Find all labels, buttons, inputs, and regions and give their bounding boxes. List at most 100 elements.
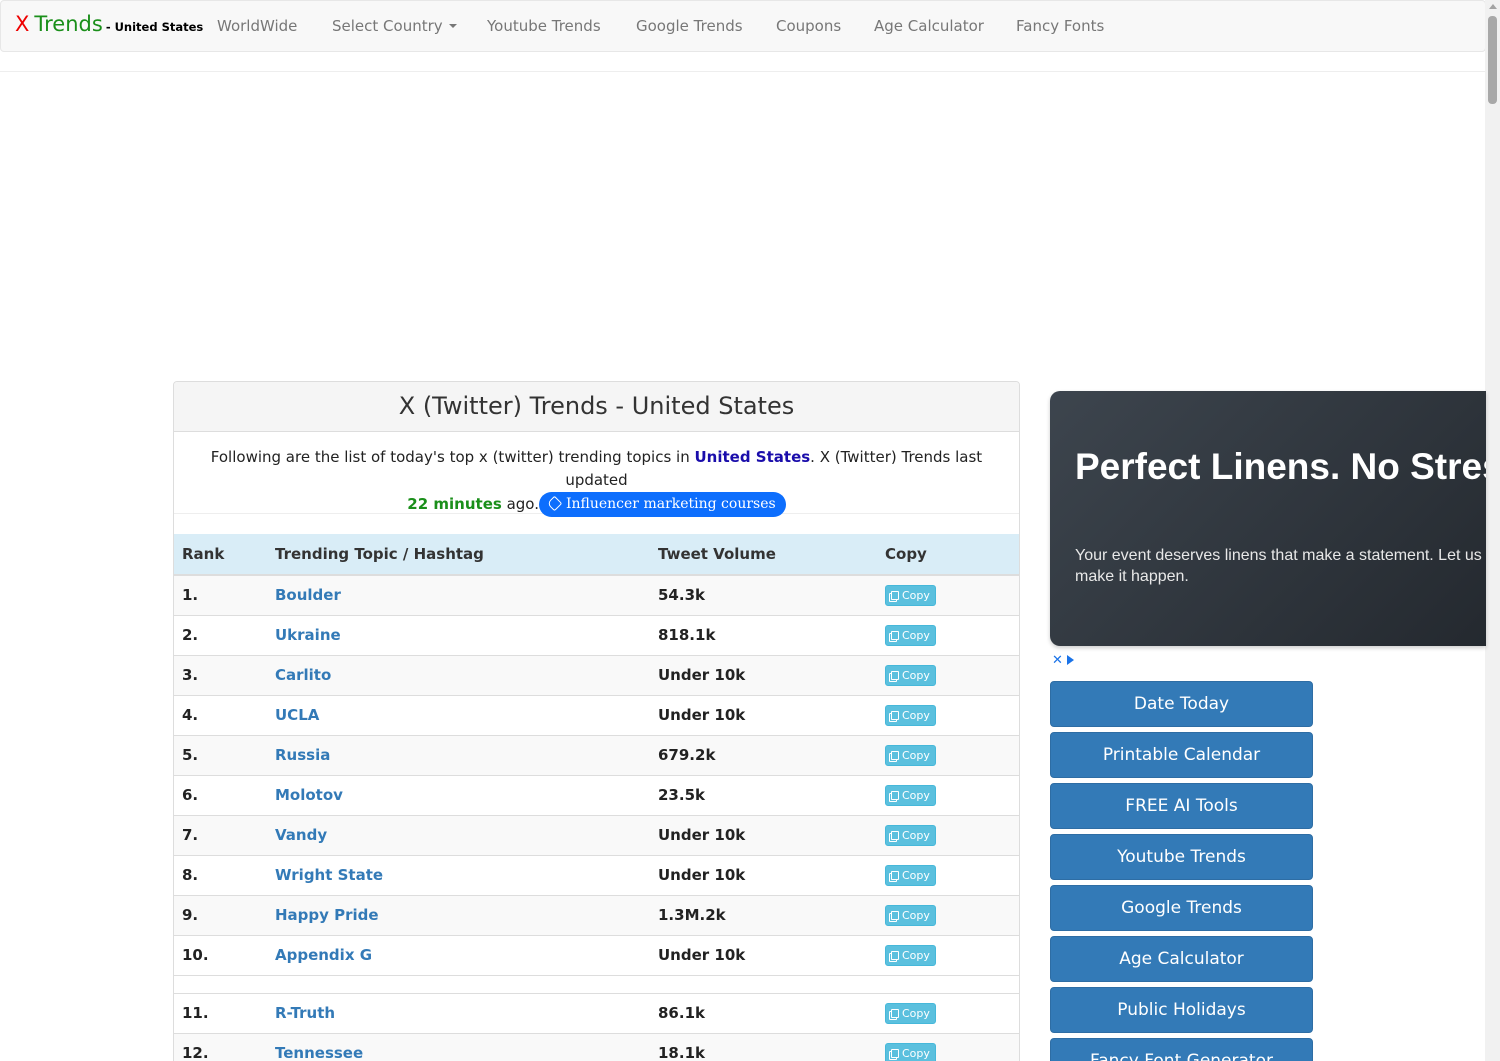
topic-cell: Wright State: [275, 854, 658, 895]
caret-down-icon: [448, 24, 457, 28]
trends-panel: X (Twitter) Trends - United States Follo…: [173, 381, 1020, 1061]
updated-minutes: 22 minutes: [407, 495, 502, 513]
rank-cell: 6.: [174, 774, 275, 815]
spacer-cell: [174, 974, 1019, 993]
topic-link[interactable]: Russia: [275, 746, 330, 764]
copy-label: Copy: [902, 908, 930, 922]
ad-close-icon[interactable]: ✕: [1052, 653, 1063, 668]
table-spacer-row: [174, 974, 1019, 993]
rank-cell: 5.: [174, 734, 275, 775]
topic-link[interactable]: Boulder: [275, 586, 341, 604]
copy-cell: Copy: [885, 894, 1019, 935]
sidebar-button-age-calculator[interactable]: Age Calculator: [1050, 936, 1313, 982]
copy-icon: [891, 910, 899, 920]
rank-cell: 4.: [174, 694, 275, 735]
ad-text: Your event deserves linens that make a s…: [1075, 547, 1482, 585]
copy-icon: [891, 670, 899, 680]
rank-cell: 11.: [174, 992, 275, 1033]
copy-cell: Copy: [885, 734, 1019, 775]
nav-coupons[interactable]: Coupons: [776, 17, 841, 35]
copy-button[interactable]: Copy: [885, 1002, 936, 1024]
sidebar-button-free-ai-tools[interactable]: FREE AI Tools: [1050, 783, 1313, 829]
copy-button[interactable]: Copy: [885, 664, 936, 686]
copy-cell: Copy: [885, 614, 1019, 655]
copy-button[interactable]: Copy: [885, 784, 936, 806]
copy-button[interactable]: Copy: [885, 864, 936, 886]
rank-cell: 1.: [174, 574, 275, 615]
sidebar-button-youtube-trends[interactable]: Youtube Trends: [1050, 834, 1313, 880]
topic-cell: Russia: [275, 734, 658, 775]
adchoices-icon[interactable]: [1066, 655, 1074, 665]
copy-button[interactable]: Copy: [885, 904, 936, 926]
nav-fancy-fonts[interactable]: Fancy Fonts: [1016, 17, 1104, 35]
header-volume: Tweet Volume: [658, 534, 885, 576]
sidebar-button-fancy-font-generator[interactable]: Fancy Font Generator: [1050, 1038, 1313, 1061]
tag-icon: [546, 495, 563, 512]
copy-button[interactable]: Copy: [885, 584, 936, 606]
trends-table: Rank Trending Topic / Hashtag Tweet Volu…: [174, 534, 1019, 1061]
topic-link[interactable]: Ukraine: [275, 626, 341, 644]
topic-link[interactable]: Appendix G: [275, 946, 372, 964]
nav-age-calculator[interactable]: Age Calculator: [874, 17, 984, 35]
volume-cell: 818.1k: [658, 614, 885, 655]
scrollbar-thumb[interactable]: [1488, 16, 1497, 104]
topic-cell: Tennessee: [275, 1032, 658, 1061]
copy-button[interactable]: Copy: [885, 624, 936, 646]
table-row: 8. Wright State Under 10k Copy: [174, 854, 1019, 895]
topic-link[interactable]: Tennessee: [275, 1044, 363, 1061]
copy-cell: Copy: [885, 814, 1019, 855]
country-link[interactable]: United States: [695, 448, 811, 466]
copy-button[interactable]: Copy: [885, 824, 936, 846]
copy-cell: Copy: [885, 574, 1019, 615]
copy-button[interactable]: Copy: [885, 704, 936, 726]
nav-youtube-trends[interactable]: Youtube Trends: [487, 17, 601, 35]
copy-label: Copy: [902, 1046, 930, 1060]
table-row: 1. Boulder 54.3k Copy: [174, 574, 1019, 615]
topic-link[interactable]: R-Truth: [275, 1004, 335, 1022]
topic-link[interactable]: Vandy: [275, 826, 327, 844]
copy-label: Copy: [902, 668, 930, 682]
topic-link[interactable]: Wright State: [275, 866, 383, 884]
copy-cell: Copy: [885, 992, 1019, 1033]
rank-cell: 8.: [174, 854, 275, 895]
copy-button[interactable]: Copy: [885, 944, 936, 966]
topic-cell: Vandy: [275, 814, 658, 855]
copy-icon: [891, 870, 899, 880]
nav-google-trends[interactable]: Google Trends: [636, 17, 743, 35]
rank-cell: 3.: [174, 654, 275, 695]
topic-cell: Happy Pride: [275, 894, 658, 935]
topic-link[interactable]: Happy Pride: [275, 906, 379, 924]
ad-banner[interactable]: Perfect Linens. No Stress. Your event de…: [1050, 391, 1486, 646]
scroll-up-arrow-icon[interactable]: [1489, 4, 1497, 9]
top-navbar: X Trends - United States WorldWide Selec…: [0, 0, 1486, 52]
nav-select-country-label: Select Country: [332, 17, 443, 35]
table-row: 7. Vandy Under 10k Copy: [174, 814, 1019, 855]
table-row: 12. Tennessee 18.1k Copy: [174, 1032, 1019, 1061]
copy-cell: Copy: [885, 854, 1019, 895]
topic-cell: Boulder: [275, 574, 658, 615]
header-rank: Rank: [174, 534, 275, 576]
trends-table-body: 1. Boulder 54.3k Copy 2. Ukraine 818.1k Copy 3. C…: [174, 574, 1019, 1061]
copy-label: Copy: [902, 588, 930, 602]
sidebar-button-public-holidays[interactable]: Public Holidays: [1050, 987, 1313, 1033]
page-scrollbar[interactable]: [1485, 0, 1500, 1061]
brand-x: X: [15, 12, 30, 36]
topic-cell: UCLA: [275, 694, 658, 735]
topic-link[interactable]: UCLA: [275, 706, 319, 724]
copy-icon: [891, 1008, 899, 1018]
sidebar-button-printable-calendar[interactable]: Printable Calendar: [1050, 732, 1313, 778]
topic-link[interactable]: Molotov: [275, 786, 343, 804]
copy-label: Copy: [902, 708, 930, 722]
copy-cell: Copy: [885, 1032, 1019, 1061]
copy-button[interactable]: Copy: [885, 1042, 936, 1061]
topic-link[interactable]: Carlito: [275, 666, 331, 684]
copy-button[interactable]: Copy: [885, 744, 936, 766]
ad-choices[interactable]: ✕: [1052, 653, 1074, 668]
nav-worldwide[interactable]: WorldWide: [217, 17, 297, 35]
volume-cell: Under 10k: [658, 854, 885, 895]
influencer-courses-link[interactable]: Influencer marketing courses: [538, 492, 786, 517]
sidebar-button-google-trends[interactable]: Google Trends: [1050, 885, 1313, 931]
sidebar-button-date-today[interactable]: Date Today: [1050, 681, 1313, 727]
brand-logo[interactable]: X Trends - United States: [15, 12, 203, 36]
nav-select-country[interactable]: Select Country: [332, 17, 457, 35]
